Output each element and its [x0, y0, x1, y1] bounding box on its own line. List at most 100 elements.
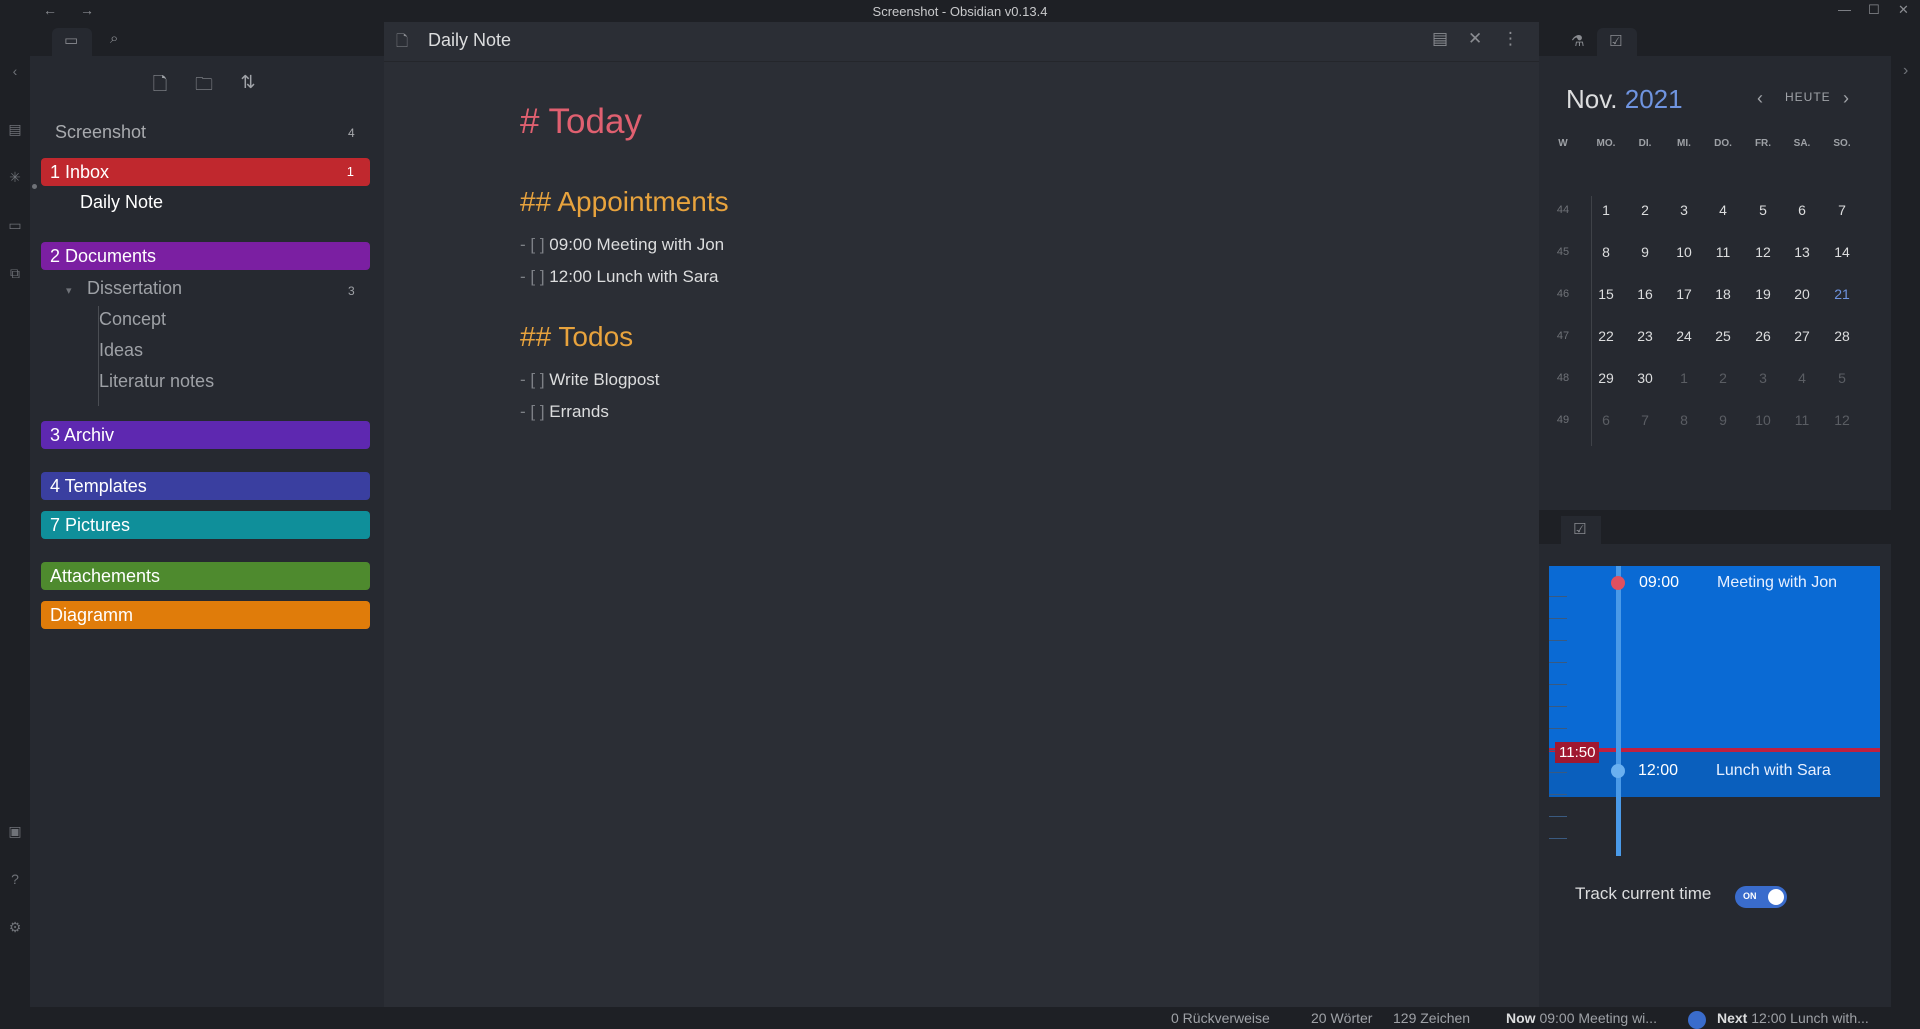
prev-month-chevron-icon[interactable]: ‹ [1757, 88, 1763, 109]
more-options-icon[interactable]: ⋮ [1502, 29, 1519, 49]
calendar-day[interactable]: 9 [1706, 412, 1740, 428]
tab-day-planner-timeline[interactable]: ☑ [1561, 516, 1601, 544]
calendar-day[interactable]: 6 [1589, 412, 1623, 428]
maximize-icon[interactable]: ☐ [1868, 2, 1880, 18]
sort-icon[interactable]: ⇅ [236, 72, 260, 96]
calendar-day[interactable]: 24 [1667, 328, 1701, 344]
folder-attachements[interactable]: Attachements [41, 562, 370, 590]
calendar-day[interactable]: 23 [1628, 328, 1662, 344]
folder-templates[interactable]: 4 Templates [41, 472, 370, 500]
calendar-day[interactable]: 11 [1785, 412, 1819, 428]
calendar-day[interactable]: 1 [1589, 202, 1623, 218]
task-marker[interactable]: - [ ] [520, 402, 545, 421]
calendar-day[interactable]: 12 [1825, 412, 1859, 428]
task-marker[interactable]: - [ ] [520, 267, 545, 286]
calendar-day[interactable]: 20 [1785, 286, 1819, 302]
file-daily-note[interactable]: Daily Note [80, 192, 163, 213]
calendar-day[interactable]: 1 [1667, 370, 1701, 386]
note-title[interactable]: Daily Note [428, 30, 511, 51]
collapse-right-icon[interactable]: › [1903, 62, 1908, 80]
today-button[interactable]: HEUTE [1785, 90, 1831, 104]
calendar-day[interactable]: 29 [1589, 370, 1623, 386]
calendar-day[interactable]: 28 [1825, 328, 1859, 344]
calendar-day[interactable]: 8 [1589, 244, 1623, 260]
tab-day-planner[interactable]: ⚗ [1559, 28, 1599, 56]
calendar-day[interactable]: 3 [1746, 370, 1780, 386]
close-window-icon[interactable]: ✕ [1898, 2, 1909, 18]
week-number[interactable]: 48 [1546, 372, 1580, 384]
calendar-day[interactable]: 7 [1825, 202, 1859, 218]
calendar-day[interactable]: 21 [1825, 286, 1859, 302]
minimize-icon[interactable]: — [1838, 2, 1851, 17]
search-icon[interactable]: ⌕ [110, 30, 118, 47]
calendar-day[interactable]: 26 [1746, 328, 1780, 344]
toggle-knob [1768, 889, 1784, 905]
collapse-caret-icon[interactable]: ▾ [66, 284, 72, 297]
next-month-chevron-icon[interactable]: › [1843, 88, 1849, 109]
week-number[interactable]: 49 [1546, 414, 1580, 426]
week-number[interactable]: 46 [1546, 288, 1580, 300]
calendar-day[interactable]: 16 [1628, 286, 1662, 302]
folder-diagramm[interactable]: Diagramm [41, 601, 370, 629]
calendar-day[interactable]: 6 [1785, 202, 1819, 218]
calendar-day[interactable]: 2 [1706, 370, 1740, 386]
calendar-check-icon: ☑ [1609, 33, 1623, 50]
calendar-day[interactable]: 18 [1706, 286, 1740, 302]
open-vault-icon[interactable]: ▣ [6, 822, 24, 840]
folder-icon[interactable]: ▭ [64, 31, 78, 49]
calendar-day[interactable]: 10 [1667, 244, 1701, 260]
backlinks-count[interactable]: 0 Rückverweise [1171, 1010, 1270, 1026]
calendar-day[interactable]: 22 [1589, 328, 1623, 344]
calendar-day[interactable]: 12 [1746, 244, 1780, 260]
calendar-day[interactable]: 9 [1628, 244, 1662, 260]
open-daily-note-icon[interactable]: ▭ [6, 216, 24, 234]
calendar-day[interactable]: 15 [1589, 286, 1623, 302]
week-number[interactable]: 45 [1546, 246, 1580, 258]
plugins-icon[interactable]: ⧉ [6, 264, 24, 282]
close-note-icon[interactable]: ✕ [1468, 29, 1482, 49]
task-marker[interactable]: - [ ] [520, 235, 545, 254]
now-text: 09:00 Meeting wi... [1539, 1010, 1657, 1026]
calendar-day[interactable]: 17 [1667, 286, 1701, 302]
calendar-day[interactable]: 4 [1785, 370, 1819, 386]
calendar-day[interactable]: 25 [1706, 328, 1740, 344]
calendar-day[interactable]: 19 [1746, 286, 1780, 302]
calendar-day[interactable]: 5 [1746, 202, 1780, 218]
folder-pictures[interactable]: 7 Pictures [41, 511, 370, 539]
week-number[interactable]: 44 [1546, 204, 1580, 216]
help-icon[interactable]: ? [6, 870, 24, 888]
calendar-day[interactable]: 13 [1785, 244, 1819, 260]
folder-archiv[interactable]: 3 Archiv [41, 421, 370, 449]
task-marker[interactable]: - [ ] [520, 370, 545, 389]
track-time-toggle[interactable]: ON [1735, 886, 1787, 908]
folder-dissertation[interactable]: Dissertation [87, 278, 182, 299]
tab-calendar[interactable]: ☑ [1597, 28, 1637, 56]
next-event[interactable]: Next 12:00 Lunch with... [1717, 1010, 1869, 1026]
new-folder-icon[interactable]: 🗀 [192, 72, 216, 96]
week-number[interactable]: 47 [1546, 330, 1580, 342]
settings-gear-icon[interactable]: ⚙ [6, 918, 24, 936]
calendar-day[interactable]: 14 [1825, 244, 1859, 260]
new-note-icon[interactable]: 🗋 [148, 72, 172, 96]
calendar-day[interactable]: 30 [1628, 370, 1662, 386]
calendar-day[interactable]: 27 [1785, 328, 1819, 344]
calendar-day[interactable]: 2 [1628, 202, 1662, 218]
file-concept[interactable]: Concept [99, 309, 166, 330]
folder-documents[interactable]: 2 Documents [41, 242, 370, 270]
file-ideas[interactable]: Ideas [99, 340, 143, 361]
folder-inbox[interactable]: 1 Inbox 1 [41, 158, 370, 186]
file-literatur-notes[interactable]: Literatur notes [99, 371, 214, 392]
calendar-day[interactable]: 10 [1746, 412, 1780, 428]
graph-view-icon[interactable]: ✳ [6, 168, 24, 186]
calendar-day[interactable]: 8 [1667, 412, 1701, 428]
calendar-day[interactable]: 11 [1706, 244, 1740, 260]
calendar-day[interactable]: 4 [1706, 202, 1740, 218]
collapse-left-icon[interactable]: ‹ [6, 62, 24, 80]
open-quick-switcher-icon[interactable]: ▤ [6, 120, 24, 138]
event-block[interactable] [1549, 566, 1880, 748]
calendar-day[interactable]: 3 [1667, 202, 1701, 218]
calendar-day[interactable]: 5 [1825, 370, 1859, 386]
calendar-day[interactable]: 7 [1628, 412, 1662, 428]
now-event[interactable]: Now 09:00 Meeting wi... [1506, 1010, 1657, 1026]
reading-view-icon[interactable]: ▤ [1432, 29, 1448, 49]
